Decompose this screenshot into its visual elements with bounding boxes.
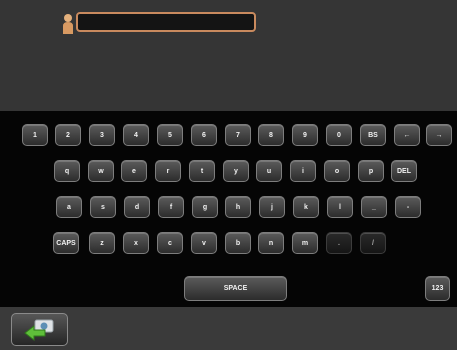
key-5[interactable]: 5 [157,124,183,146]
back-button[interactable] [11,313,68,346]
key-a[interactable]: a [56,196,82,218]
key-u[interactable]: u [256,160,282,182]
key-e[interactable]: e [121,160,147,182]
key-x[interactable]: x [123,232,149,254]
key-9[interactable]: 9 [292,124,318,146]
key-8[interactable]: 8 [258,124,284,146]
key-3[interactable]: 3 [89,124,115,146]
left-arrow-key[interactable]: ← [394,124,420,146]
bottom-toolbar [0,307,457,350]
key-4[interactable]: 4 [123,124,149,146]
key-o[interactable]: o [324,160,350,182]
key-h[interactable]: h [225,196,251,218]
key-t[interactable]: t [189,160,215,182]
key-q[interactable]: q [54,160,80,182]
key-i[interactable]: i [290,160,316,182]
key-l[interactable]: l [327,196,353,218]
key-y[interactable]: y [223,160,249,182]
key-n[interactable]: n [258,232,284,254]
backspace-key[interactable]: BS [360,124,386,146]
key-j[interactable]: j [259,196,285,218]
key-r[interactable]: r [155,160,181,182]
user-name-field[interactable] [76,12,256,32]
hyphen-key[interactable]: - [395,196,421,218]
user-icon [63,14,73,34]
key-7[interactable]: 7 [225,124,251,146]
key-2[interactable]: 2 [55,124,81,146]
key-p[interactable]: p [358,160,384,182]
key-m[interactable]: m [292,232,318,254]
key-6[interactable]: 6 [191,124,217,146]
key-s[interactable]: s [90,196,116,218]
numeric-mode-key[interactable]: 123 [425,276,450,301]
period-key[interactable]: . [326,232,352,254]
key-z[interactable]: z [89,232,115,254]
key-0[interactable]: 0 [326,124,352,146]
caps-key[interactable]: CAPS [53,232,79,254]
key-w[interactable]: w [88,160,114,182]
slash-key[interactable]: / [360,232,386,254]
delete-key[interactable]: DEL [391,160,417,182]
key-k[interactable]: k [293,196,319,218]
underscore-key[interactable]: _ [361,196,387,218]
key-c[interactable]: c [157,232,183,254]
key-f[interactable]: f [158,196,184,218]
right-arrow-key[interactable]: → [426,124,452,146]
back-arrow-icon [23,319,53,341]
key-v[interactable]: v [191,232,217,254]
key-b[interactable]: b [225,232,251,254]
space-key[interactable]: SPACE [184,276,287,301]
key-g[interactable]: g [192,196,218,218]
key-1[interactable]: 1 [22,124,48,146]
key-d[interactable]: d [124,196,150,218]
